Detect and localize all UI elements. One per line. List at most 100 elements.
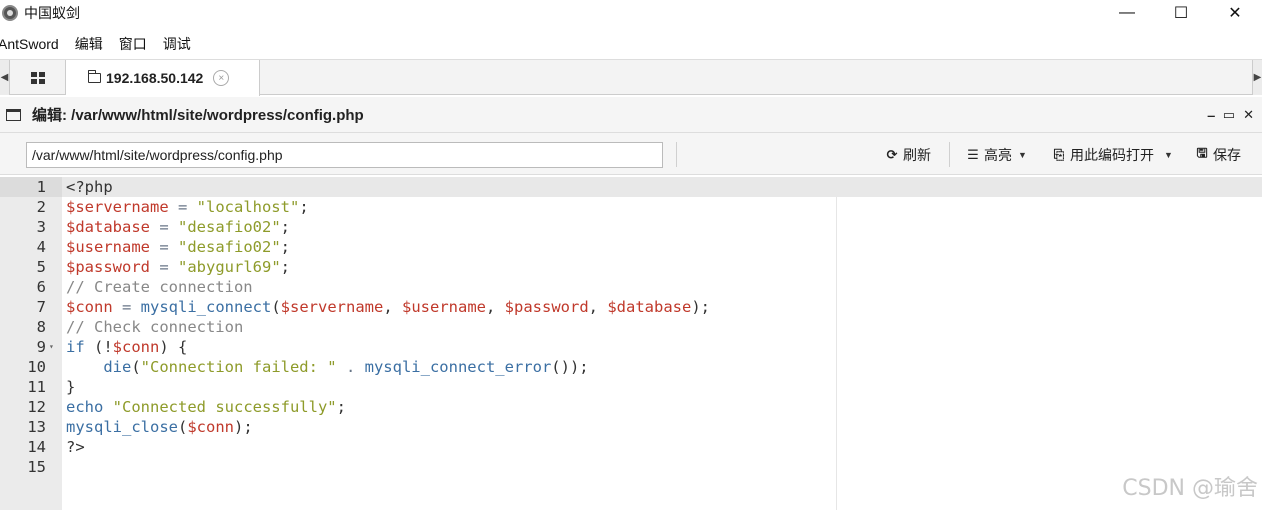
line-number: 15 xyxy=(27,458,46,476)
code-editor[interactable]: 1 <?php 2 $servername = "localhost"; 3 $datab… xyxy=(0,177,1262,510)
panel-minimize-button[interactable]: ‒ xyxy=(1208,108,1215,123)
line-number: 14 xyxy=(27,438,46,456)
menu-debug[interactable]: 调试 xyxy=(163,34,191,54)
fold-toggle-icon[interactable]: ▾ xyxy=(49,337,59,357)
save-button[interactable]: 🖫 保存 xyxy=(1195,144,1241,166)
code-text: $conn = mysqli_connect($servername, $use… xyxy=(66,297,710,317)
code-token: ); xyxy=(234,418,253,436)
code-text: $servername = "localhost"; xyxy=(66,197,309,217)
code-token: ; xyxy=(336,398,346,416)
code-token: , xyxy=(486,298,505,316)
code-token: die xyxy=(103,358,132,376)
code-token: ; xyxy=(280,258,290,276)
code-token: mysqli_close xyxy=(66,418,178,436)
code-token: "abygurl69" xyxy=(178,258,281,276)
maximize-button[interactable]: ☐ xyxy=(1154,0,1208,26)
menu-antsword[interactable]: AntSword xyxy=(0,36,59,52)
code-token: = xyxy=(150,258,178,276)
line-number: 1 xyxy=(0,177,62,197)
code-line[interactable]: 12 echo "Connected successfully"; xyxy=(0,397,1262,417)
menu-edit[interactable]: 编辑 xyxy=(75,34,103,54)
line-number: 11 xyxy=(27,378,46,396)
tab-label: 192.168.50.142 xyxy=(106,70,204,86)
close-button[interactable]: ✕ xyxy=(1208,0,1262,26)
code-token: $database xyxy=(607,298,692,316)
folder-icon xyxy=(87,70,101,83)
code-token: "desafio02" xyxy=(178,218,281,236)
caret-down-icon: ▼ xyxy=(1018,150,1027,160)
code-token: ()); xyxy=(551,358,589,376)
window-icon xyxy=(6,108,21,121)
code-line[interactable]: 3 $database = "desafio02"; xyxy=(0,217,1262,237)
tab-shell-session[interactable]: 192.168.50.142 × xyxy=(66,60,260,96)
minimize-button[interactable]: — xyxy=(1100,0,1154,26)
code-line[interactable]: 4 $username = "desafio02"; xyxy=(0,237,1262,257)
line-number: 5 xyxy=(36,258,46,276)
code-line[interactable]: 10 die("Connection failed: " . mysqli_co… xyxy=(0,357,1262,377)
code-token: ) { xyxy=(159,338,188,356)
code-token: ; xyxy=(280,218,290,236)
code-token: ( xyxy=(131,358,141,376)
code-line[interactable]: 15 xyxy=(0,457,1262,477)
grid-icon xyxy=(30,71,45,84)
watermark: CSDN @瑜舍 xyxy=(1122,476,1258,501)
code-line[interactable]: 14 ?> xyxy=(0,437,1262,457)
code-line[interactable]: 1 <?php xyxy=(0,177,1262,197)
refresh-button[interactable]: ⟳ 刷新 xyxy=(885,144,931,166)
open-with-encoding-dropdown[interactable]: ⎘ 用此编码打开 ▼ xyxy=(1052,144,1173,166)
toolbar-separator xyxy=(949,142,950,167)
code-token: "Connection failed: " xyxy=(140,358,337,376)
code-text: die("Connection failed: " . mysqli_conne… xyxy=(66,357,589,377)
code-token: $username xyxy=(402,298,486,316)
code-token: ; xyxy=(280,238,290,256)
editor-panel-header: 编辑: /var/www/html/site/wordpress/config.… xyxy=(0,97,1262,133)
code-token: ; xyxy=(299,198,309,216)
highlight-label: 高亮 xyxy=(984,147,1012,163)
code-line[interactable]: 7 $conn = mysqli_connect($servername, $us… xyxy=(0,297,1262,317)
code-text: // Check connection xyxy=(66,317,243,337)
code-token: = xyxy=(150,218,178,236)
line-number: 8 xyxy=(36,318,46,336)
code-line[interactable]: 5 $password = "abygurl69"; xyxy=(0,257,1262,277)
code-text: mysqli_close($conn); xyxy=(66,417,253,437)
tab-close-icon[interactable]: × xyxy=(213,70,230,86)
code-token: $conn xyxy=(66,298,113,316)
code-token: $database xyxy=(66,218,150,236)
code-line[interactable]: 8 // Check connection xyxy=(0,317,1262,337)
code-line[interactable]: 9 ▾ if (!$conn) { xyxy=(0,337,1262,357)
code-token: $conn xyxy=(187,418,234,436)
code-text: $username = "desafio02"; xyxy=(66,237,290,257)
tab-scroll-left-icon[interactable]: ◀ xyxy=(0,60,10,95)
code-token: $username xyxy=(66,238,150,256)
code-token: mysqli_connect_error xyxy=(364,358,552,376)
code-token: ( xyxy=(271,298,281,316)
code-text: $database = "desafio02"; xyxy=(66,217,290,237)
menu-bar: AntSword 编辑 窗口 调试 xyxy=(0,30,1262,58)
save-icon: 🖫 xyxy=(1196,145,1208,160)
line-number: 13 xyxy=(27,418,46,436)
code-token: ); xyxy=(691,298,711,316)
code-line[interactable]: 6 // Create connection xyxy=(0,277,1262,297)
code-token: $servername xyxy=(66,198,169,216)
menu-window[interactable]: 窗口 xyxy=(119,34,147,54)
code-line[interactable]: 2 $servername = "localhost"; xyxy=(0,197,1262,217)
code-line[interactable]: 11} xyxy=(0,377,1262,397)
code-text: ?> xyxy=(66,437,85,457)
panel-close-button[interactable]: ✕ xyxy=(1243,107,1254,123)
tab-scroll-right-icon[interactable]: ▶ xyxy=(1252,60,1262,95)
line-number: 7 xyxy=(36,298,46,316)
highlight-dropdown[interactable]: ☰ 高亮 ▼ xyxy=(966,144,1027,166)
tab-home[interactable] xyxy=(10,60,66,95)
code-line[interactable]: 13 mysqli_close($conn); xyxy=(0,417,1262,437)
code-token: = xyxy=(150,238,178,256)
file-path-input[interactable] xyxy=(26,142,663,168)
list-icon: ☰ xyxy=(967,147,979,162)
panel-restore-button[interactable]: ▭ xyxy=(1223,107,1235,123)
code-token: = xyxy=(168,198,197,216)
window-title: 中国蚁剑 xyxy=(24,5,80,21)
code-token: "localhost" xyxy=(196,198,300,216)
line-number: 10 xyxy=(27,358,46,376)
panel-controls: ‒ ▭ ✕ xyxy=(1208,97,1254,133)
line-number: 12 xyxy=(27,398,46,416)
